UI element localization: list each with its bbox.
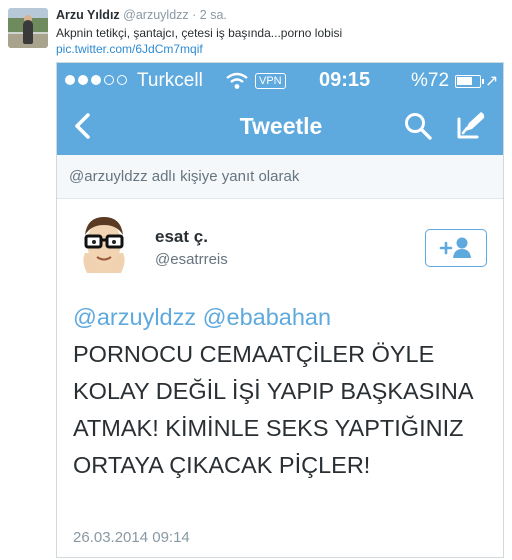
mention-link[interactable]: @ebabahan bbox=[203, 304, 331, 330]
tweet-text: Akpnin tetikçi, şantajcı, çetesi iş başı… bbox=[56, 26, 343, 40]
page-title: Tweetle bbox=[239, 113, 323, 139]
add-user-icon bbox=[439, 237, 471, 258]
compose-icon[interactable] bbox=[455, 109, 487, 141]
reply-context: @arzuyldzz adlı kişiye yanıt olarak bbox=[57, 155, 503, 199]
avatar[interactable] bbox=[73, 213, 135, 275]
tweet-timestamp: 26.03.2014 09:14 bbox=[73, 529, 190, 546]
timestamp[interactable]: 2 sa. bbox=[200, 8, 227, 22]
battery-percent: %72 bbox=[411, 70, 450, 91]
tweet-body: @arzuyldzz @ebabahan PORNOCU CEMAATÇİLER… bbox=[73, 299, 497, 484]
media-link[interactable]: pic.twitter.com/6JdCm7mqif bbox=[56, 42, 203, 56]
nav-bar: Tweetle bbox=[57, 97, 503, 155]
outer-tweet: Arzu Yıldız @arzuyldzz · 2 sa. Akpnin te… bbox=[0, 0, 512, 70]
author-name[interactable]: esat ç. bbox=[155, 227, 208, 247]
charging-icon: ↗ bbox=[485, 73, 499, 90]
vpn-badge: VPN bbox=[255, 73, 286, 89]
author-handle[interactable]: @esatrreis bbox=[155, 251, 228, 268]
tweet-body-text: PORNOCU CEMAATÇİLER ÖYLE KOLAY DEĞİL İŞİ… bbox=[73, 341, 473, 478]
search-icon[interactable] bbox=[403, 111, 433, 141]
status-bar: Turkcell VPN 09:15 %72 ↗ bbox=[57, 63, 503, 97]
carrier-name: Turkcell bbox=[137, 70, 203, 91]
wifi-icon bbox=[226, 72, 248, 89]
tweet-header: Arzu Yıldız @arzuyldzz · 2 sa. bbox=[56, 8, 227, 22]
battery-icon bbox=[455, 75, 484, 88]
avatar[interactable] bbox=[8, 8, 48, 48]
follow-button[interactable] bbox=[425, 229, 487, 267]
author-name[interactable]: Arzu Yıldız bbox=[56, 8, 120, 22]
signal-strength-icon bbox=[65, 75, 127, 85]
author-handle[interactable]: @arzuyldzz bbox=[123, 8, 189, 22]
attached-photo[interactable]: Turkcell VPN 09:15 %72 ↗ Tweetle @arzuyl… bbox=[56, 62, 504, 558]
reply-context-text: @arzuyldzz adlı kişiye yanıt olarak bbox=[69, 168, 300, 185]
mention-link[interactable]: @arzuyldzz bbox=[73, 304, 196, 330]
separator: · bbox=[192, 8, 197, 22]
status-time: 09:15 bbox=[319, 69, 371, 91]
